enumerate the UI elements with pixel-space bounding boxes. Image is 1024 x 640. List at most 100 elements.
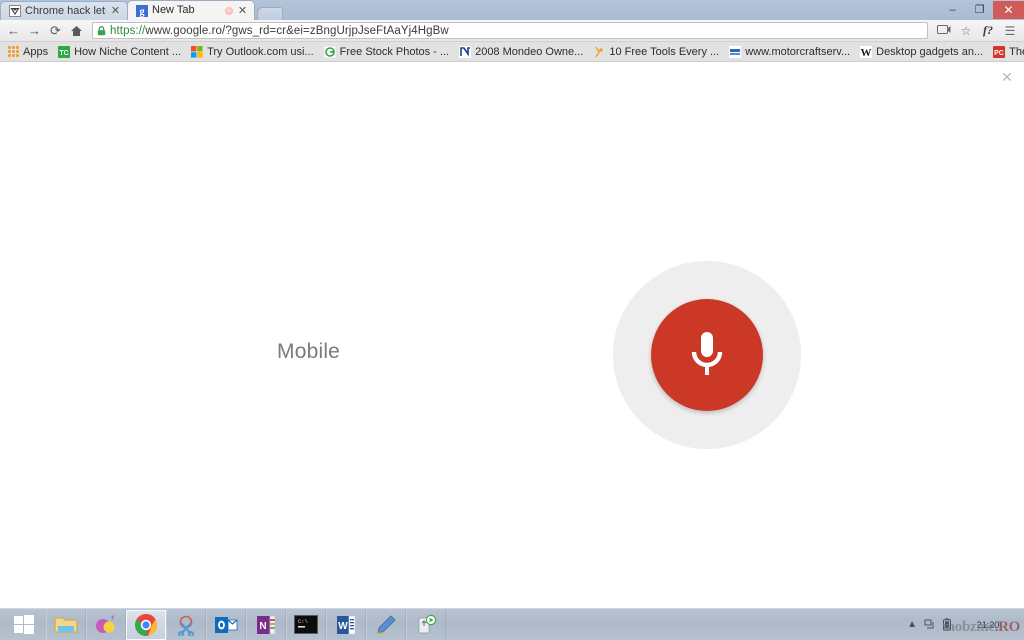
tab-title: New Tab (152, 4, 195, 16)
g-circle-icon (323, 45, 336, 58)
reload-icon[interactable]: ⟳ (46, 21, 65, 40)
taskbar-chrome[interactable] (126, 609, 166, 640)
svg-text:C:\: C:\ (298, 618, 308, 625)
bookmark-try-outlook[interactable]: Try Outlook.com usi... (187, 44, 320, 60)
bookmark-label: Desktop gadgets an... (876, 45, 984, 58)
microsoft-icon (191, 45, 203, 58)
taskbar-command-prompt[interactable]: C:\ (286, 609, 326, 640)
taskbar-paint-pen[interactable] (366, 609, 406, 640)
back-icon[interactable]: ← (4, 21, 23, 40)
taskbar-yahoo-messenger[interactable] (86, 609, 126, 640)
file-explorer-icon (54, 617, 78, 632)
paint-pen-icon (377, 614, 396, 634)
watermark-suffix: .RO (994, 618, 1021, 635)
cast-icon[interactable] (934, 21, 954, 40)
bookmark-label: 2008 Mondeo Owne... (475, 45, 584, 58)
microphone-icon (691, 332, 723, 375)
svg-text:N: N (259, 621, 266, 632)
onenote-icon: N (257, 615, 276, 634)
watermark-text: mobzine (942, 618, 995, 635)
tc-icon: TC (58, 45, 71, 58)
chrome-icon (135, 613, 157, 636)
cast-glyph-icon (937, 25, 951, 34)
browser-toolbar: ← → ⟳ https://www.google.ro/?gws_rd=cr&e… (0, 20, 1024, 42)
watermark: mobzine.RO (942, 618, 1021, 636)
mobile-label: Mobile (277, 340, 341, 363)
url-scheme: https:// (110, 24, 146, 37)
voice-search-button[interactable] (651, 299, 763, 411)
taskbar-word[interactable]: W (326, 609, 366, 640)
bookmark-how-niche-content[interactable]: TC How Niche Content ... (54, 44, 187, 60)
tab-title: Chrome hack lets website (25, 4, 106, 17)
taskbar-snipping-tool[interactable] (166, 609, 206, 640)
apps-grid-icon (8, 46, 19, 57)
chrome-menu-icon[interactable]: ☰ (1000, 21, 1020, 40)
bookmark-desktop-gadgets[interactable]: W Desktop gadgets an... (856, 44, 989, 60)
forward-icon[interactable]: → (25, 21, 44, 40)
snipping-tool-icon (178, 615, 194, 636)
home-glyph-icon (71, 25, 82, 36)
recording-indicator-icon (225, 6, 233, 15)
taskbar-drive-eject[interactable] (406, 609, 446, 640)
svg-text:W: W (338, 621, 348, 632)
s-icon (459, 45, 472, 58)
bookmark-label: How Niche Content ... (74, 45, 182, 58)
svg-text:PC: PC (994, 49, 1004, 56)
blue-bar-icon (729, 45, 742, 58)
svg-text:TC: TC (59, 49, 68, 56)
show-hidden-icons-button[interactable]: ▲ (907, 619, 917, 630)
google-icon: g (136, 4, 148, 17)
start-button[interactable] (2, 610, 46, 640)
command-prompt-icon: C:\ (294, 615, 318, 634)
techcrunch-icon (9, 5, 21, 17)
tab-strip: Chrome hack lets website ✕ g New Tab ✕ –… (0, 0, 1024, 20)
minimize-button[interactable]: – (939, 1, 966, 19)
taskbar-onenote[interactable]: N (246, 609, 286, 640)
bookmark-10-free-tools[interactable]: 10 Free Tools Every ... (589, 44, 725, 60)
home-icon[interactable] (67, 21, 86, 40)
address-bar[interactable]: https://www.google.ro/?gws_rd=cr&ei=zBng… (92, 22, 928, 39)
network-icon[interactable] (924, 619, 936, 631)
tab-close-icon[interactable]: ✕ (237, 5, 248, 16)
window-controls: – ❐ ✕ (939, 0, 1024, 19)
url-text: https://www.google.ro/?gws_rd=cr&ei=zBng… (110, 25, 449, 37)
page-content: ✕ Mobile (0, 62, 1024, 608)
url-path: www.google.ro/?gws_rd=cr&ei=zBngUrjpJseF… (145, 24, 449, 37)
bookmark-label: Free Stock Photos - ... (339, 45, 450, 58)
taskbar-outlook[interactable] (206, 609, 246, 640)
restore-button[interactable]: ❐ (966, 1, 993, 19)
bookmark-motorcraftservice[interactable]: www.motorcraftserv... (725, 44, 856, 60)
new-tab-button[interactable] (257, 7, 283, 20)
extension-f-icon[interactable]: f? (978, 21, 998, 40)
tab-close-icon[interactable]: ✕ (110, 6, 121, 17)
drive-eject-icon (418, 614, 437, 633)
dismiss-close-icon[interactable]: ✕ (1000, 70, 1014, 84)
pc-icon: PC (993, 45, 1006, 58)
yellow-icon (595, 46, 604, 57)
bookmark-apps[interactable]: Apps (4, 44, 54, 60)
tab-new-tab[interactable]: g New Tab ✕ (127, 0, 255, 20)
close-window-button[interactable]: ✕ (993, 0, 1024, 19)
tab-chrome-hack[interactable]: Chrome hack lets website ✕ (0, 1, 128, 20)
bookmark-100-best-ipad-apps[interactable]: PC The 100 Best iPad A... (989, 44, 1024, 60)
network-glyph-icon (924, 619, 934, 628)
taskbar-file-explorer[interactable] (46, 609, 86, 640)
system-tray: ▲ 21:20 mobzine.RO (907, 610, 1024, 640)
windows-taskbar: N C:\ W ▲ 21:20 mobzine.RO (0, 608, 1024, 640)
browser-window: Chrome hack lets website ✕ g New Tab ✕ –… (0, 0, 1024, 640)
bookmarks-bar: Apps TC How Niche Content ... Try Outloo… (0, 42, 1024, 62)
bookmark-label: www.motorcraftserv... (745, 45, 851, 58)
svg-text:W: W (861, 47, 872, 58)
outlook-icon (215, 616, 238, 633)
bookmark-label: Try Outlook.com usi... (207, 45, 314, 58)
word-icon: W (337, 615, 356, 634)
bookmark-label: 10 Free Tools Every ... (609, 45, 720, 58)
bookmark-star-icon[interactable]: ☆ (956, 21, 976, 40)
bookmark-free-stock-photos[interactable]: Free Stock Photos - ... (320, 44, 455, 60)
svg-text:g: g (140, 6, 145, 16)
lock-icon (97, 25, 106, 35)
yahoo-messenger-icon (96, 614, 115, 633)
bookmark-label: Apps (23, 45, 49, 58)
bookmark-2008-mondeo[interactable]: 2008 Mondeo Owne... (455, 44, 589, 60)
windows-logo-icon (14, 614, 34, 634)
